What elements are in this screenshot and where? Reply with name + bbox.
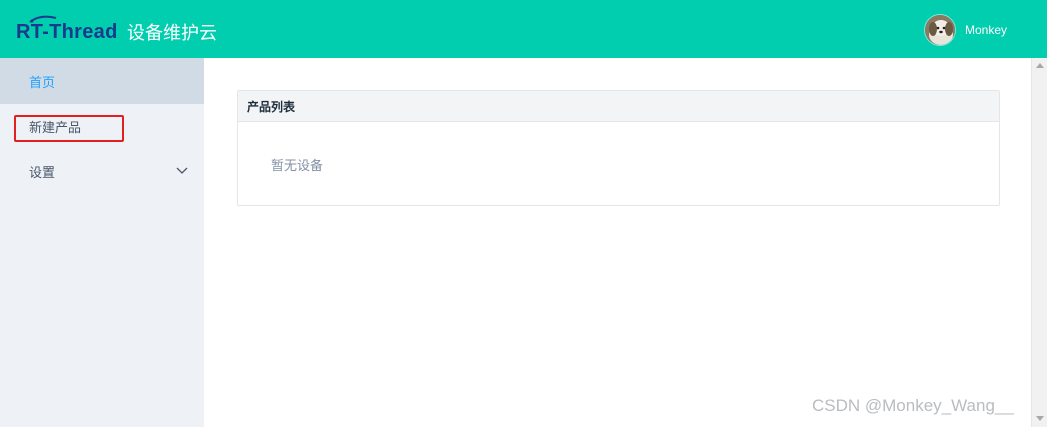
top-header: RT-Thread 设备维护云 Monkey xyxy=(0,0,1047,58)
avatar[interactable] xyxy=(924,14,956,46)
card-title: 产品列表 xyxy=(238,91,999,122)
app-title: 设备维护云 xyxy=(127,23,217,44)
empty-state-text: 暂无设备 xyxy=(271,159,324,174)
sidebar: 首页 新建产品 设置 xyxy=(0,58,204,427)
username[interactable]: Monkey xyxy=(965,23,1007,37)
sidebar-item-label: 首页 xyxy=(29,75,56,91)
avatar-image xyxy=(925,15,955,45)
sidebar-item-home[interactable]: 首页 xyxy=(0,58,204,104)
highlight-box xyxy=(14,115,124,142)
sidebar-item-label: 设置 xyxy=(29,165,56,181)
rt-thread-logo[interactable]: RT-Thread xyxy=(16,15,118,46)
vertical-scrollbar[interactable] xyxy=(1031,58,1047,427)
chevron-down-icon[interactable] xyxy=(176,167,188,175)
logo-swoosh-icon xyxy=(29,15,57,23)
product-list-card: 产品列表 暂无设备 xyxy=(237,90,1000,206)
scroll-up-icon[interactable] xyxy=(1036,62,1044,68)
watermark: CSDN @Monkey_Wang__ xyxy=(812,396,1014,415)
scroll-down-icon[interactable] xyxy=(1036,416,1044,422)
sidebar-item-settings[interactable]: 设置 xyxy=(0,148,204,194)
